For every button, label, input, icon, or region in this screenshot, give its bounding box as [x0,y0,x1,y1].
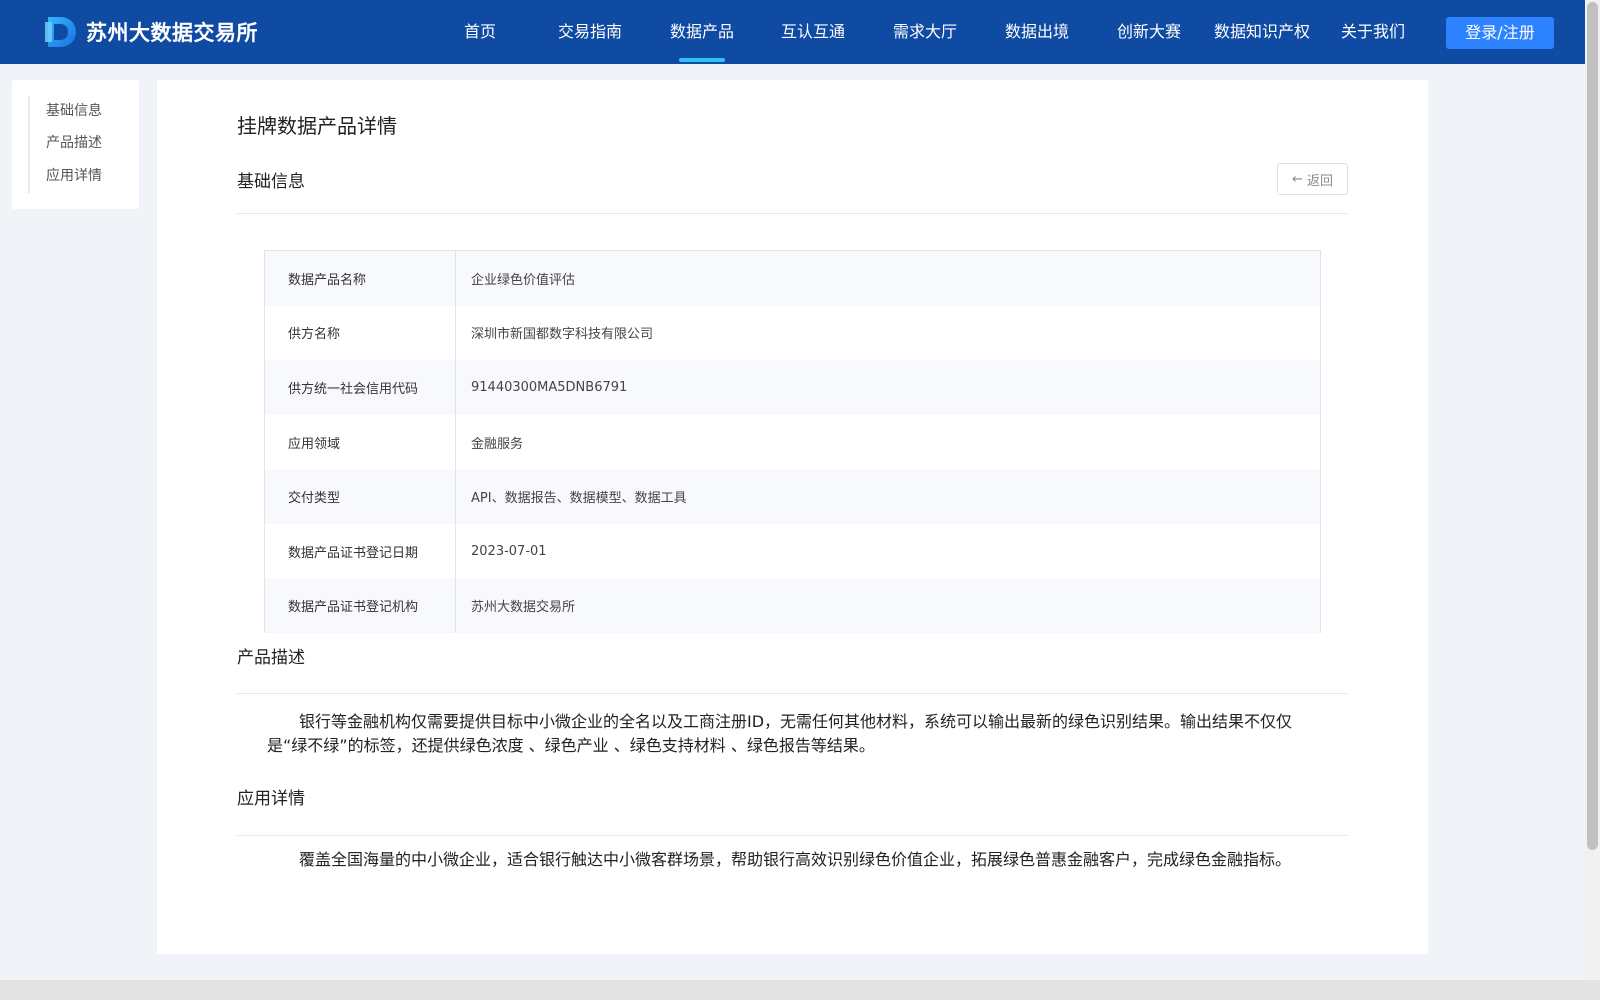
arrow-left-icon: ← [1292,171,1303,187]
vertical-scrollbar[interactable] [1585,0,1600,980]
side-nav-item-application-details[interactable]: 应用详情 [46,165,102,185]
table-row: 供方统一社会信用代码 91440300MA5DNB6791 [265,360,1320,415]
row-label: 供方名称 [265,305,456,361]
site-logo[interactable]: 苏州大数据交易所 [42,12,258,52]
table-row: 数据产品证书登记机构 苏州大数据交易所 [265,578,1320,634]
nav-item-mutual-recognition[interactable]: 互认互通 [773,0,853,64]
nav-item-data-ip[interactable]: 数据知识产权 [1211,0,1313,64]
table-row: 数据产品证书登记日期 2023-07-01 [265,523,1320,579]
row-label: 数据产品名称 [265,251,456,306]
back-button[interactable]: ← 返回 [1277,163,1348,195]
scrollbar-thumb[interactable] [1587,2,1598,850]
nav-item-home[interactable]: 首页 [452,0,508,64]
logo-text: 苏州大数据交易所 [86,21,258,45]
row-value: API、数据报告、数据模型、数据工具 [471,491,687,507]
section-divider [237,835,1348,836]
page-title: 挂牌数据产品详情 [237,114,397,138]
table-row: 数据产品名称 企业绿色价值评估 [265,251,1320,306]
side-anchor-nav: 基础信息 产品描述 应用详情 [12,80,139,209]
application-details-text: 覆盖全国海量的中小微企业，适合银行触达中小微客群场景，帮助银行高效识别绿色价值企… [299,850,1292,869]
row-value: 深圳市新国都数字科技有限公司 [471,327,654,343]
row-value: 金融服务 [471,436,524,452]
section-divider [237,213,1348,214]
back-button-label: 返回 [1306,173,1333,189]
side-nav-item-basic-info[interactable]: 基础信息 [46,100,102,120]
logo-icon [45,17,76,47]
table-row: 交付类型 API、数据报告、数据模型、数据工具 [265,469,1320,524]
side-nav-item-product-description[interactable]: 产品描述 [46,132,102,152]
row-label: 数据产品证书登记机构 [265,578,456,634]
side-nav-track [28,96,30,193]
section-title-product-description: 产品描述 [237,648,305,668]
section-title-application-details: 应用详情 [237,789,305,809]
row-value: 2023-07-01 [471,543,547,559]
basic-info-table: 数据产品名称 企业绿色价值评估 供方名称 深圳市新国都数字科技有限公司 供方统一… [264,250,1321,634]
section-divider [237,693,1348,694]
nav-item-data-products[interactable]: 数据产品 [662,0,742,64]
product-description-text: 银行等金融机构仅需要提供目标中小微企业的全名以及工商注册ID，无需任何其他材料，… [267,712,1293,755]
nav-item-about-us[interactable]: 关于我们 [1333,0,1413,64]
login-register-button[interactable]: 登录/注册 [1446,17,1554,49]
row-label: 应用领域 [265,414,456,470]
table-row: 供方名称 深圳市新国都数字科技有限公司 [265,305,1320,361]
row-label: 供方统一社会信用代码 [265,360,456,415]
product-detail-card: 挂牌数据产品详情 基础信息 ← 返回 数据产品名称 企业绿色价值评估 供方名称 … [157,80,1428,954]
table-row: 应用领域 金融服务 [265,414,1320,470]
row-label: 数据产品证书登记日期 [265,523,456,579]
row-value: 企业绿色价值评估 [471,272,576,288]
section-title-basic-info: 基础信息 [237,172,305,192]
nav-item-trade-guide[interactable]: 交易指南 [550,0,630,64]
nav-item-demand-hall[interactable]: 需求大厅 [885,0,965,64]
row-label: 交付类型 [265,469,456,524]
row-value: 91440300MA5DNB6791 [471,379,628,395]
nav-item-innovation-contest[interactable]: 创新大赛 [1109,0,1189,64]
top-header: 苏州大数据交易所 首页 交易指南 数据产品 互认互通 需求大厅 数据出境 创新大… [0,0,1585,64]
bottom-bar [0,980,1600,1000]
nav-item-data-export[interactable]: 数据出境 [997,0,1077,64]
row-value: 苏州大数据交易所 [471,600,576,616]
